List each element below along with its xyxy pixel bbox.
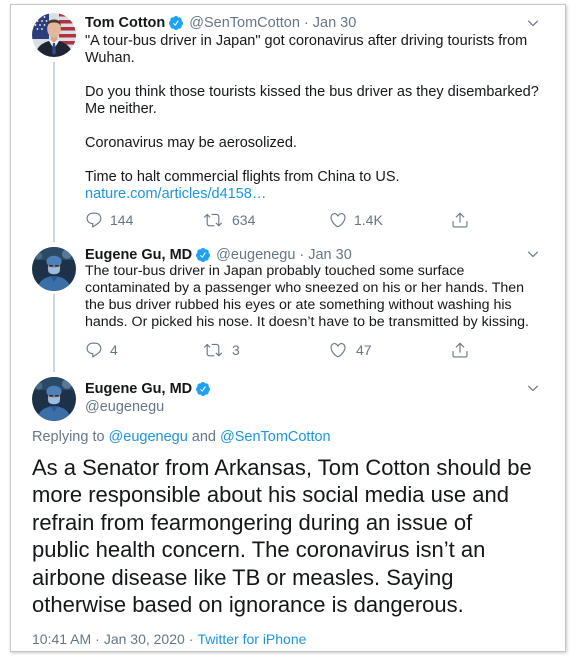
heart-icon[interactable] [329, 211, 347, 229]
tweet-text-line: Me neither. [85, 101, 157, 117]
author-handle[interactable]: @SenTomCotton [189, 14, 300, 32]
separator: · [303, 15, 309, 31]
author-handle[interactable]: @eugenegu [216, 246, 295, 264]
tweet-text-line: hands. Or picked his nose. It doesn’t ha… [85, 314, 529, 330]
retweet-count: 3 [232, 342, 240, 358]
tweet-time[interactable]: 10:41 AM [32, 630, 91, 648]
verified-badge-icon [168, 15, 184, 31]
main-tweet-text: As a Senator from Arkansas, Tom Cotton s… [32, 454, 532, 618]
tweet-text-line: airbone disease like TB or measles. Sayi… [32, 564, 454, 590]
avatar[interactable] [32, 247, 76, 291]
tweet-source-link[interactable]: Twitter for iPhone [197, 630, 306, 648]
share-icon[interactable] [451, 211, 469, 229]
handle-row: @eugenegu [85, 398, 164, 416]
article-link[interactable]: nature.com/articles/d4158… [85, 186, 266, 203]
like-count: 47 [356, 342, 372, 358]
thread-connector [53, 294, 55, 372]
tweet-text-line: public health concern. The coronavirus i… [32, 537, 486, 563]
verified-badge-icon [195, 381, 211, 397]
tweet-header: Tom Cotton @SenTomCotton · Jan 30 [85, 14, 356, 32]
tweet-full-date[interactable]: Jan 30, 2020 [104, 630, 185, 648]
chevron-down-icon[interactable] [526, 247, 540, 261]
tweet-header: Eugene Gu, MD @eugenegu · Jan 30 [85, 246, 352, 264]
tweet-text-line: Wuhan. [85, 50, 135, 66]
tweet-header: Eugene Gu, MD [85, 380, 211, 398]
tweet-text-line: The tour-bus driver in Japan probably to… [85, 263, 465, 279]
retweet-icon[interactable] [204, 341, 222, 359]
tweet-date[interactable]: Jan 30 [313, 14, 357, 32]
like-count: 1.4K [354, 212, 383, 228]
tweet-text-line: As a Senator from Arkansas, Tom Cotton s… [32, 455, 532, 480]
replying-to-label: Replying to [32, 429, 105, 445]
verified-badge-icon [195, 247, 211, 263]
tweet-text-line: Do you think those tourists kissed the b… [85, 84, 539, 100]
reply-icon[interactable] [85, 341, 103, 359]
separator: · [95, 631, 100, 647]
conjunction: and [191, 429, 216, 445]
author-name[interactable]: Tom Cotton [85, 14, 165, 32]
separator: · [299, 247, 305, 263]
retweet-count: 634 [232, 212, 256, 228]
tweet-text-line: the bus driver rubbed his eyes or ate so… [85, 297, 512, 313]
tweet-text-line: contaminated by a passenger who sneezed … [85, 280, 525, 296]
author-handle[interactable]: @eugenegu [85, 398, 164, 416]
avatar[interactable] [32, 13, 76, 57]
replying-to: Replying to @eugenegu and @SenTomCotton [32, 428, 331, 446]
tweet-text-line: Time to halt commercial flights from Chi… [85, 169, 400, 185]
retweet-icon[interactable] [204, 211, 222, 229]
mention-link[interactable]: @SenTomCotton [220, 428, 331, 446]
tweet-text-line: "A tour-bus driver in Japan" got coronav… [85, 33, 528, 49]
author-name[interactable]: Eugene Gu, MD [85, 246, 192, 264]
chevron-down-icon[interactable] [526, 381, 540, 395]
tweet-text-line: Coronavirus may be aerosolized. [85, 135, 297, 151]
heart-icon[interactable] [329, 341, 347, 359]
tweet-meta-footer: 10:41 AM · Jan 30, 2020 · Twitter for iP… [32, 630, 306, 648]
avatar[interactable] [32, 377, 76, 421]
tweet-text-line: refrain from fearmongering during an iss… [32, 509, 473, 535]
reply-count: 144 [110, 212, 134, 228]
separator: · [188, 631, 194, 647]
reply-icon[interactable] [85, 211, 103, 229]
tweet-text-line: more responsible about his social media … [32, 482, 509, 508]
share-icon[interactable] [451, 341, 469, 359]
tweet-text-line: otherwise based on ignorance is dangerou… [32, 591, 464, 617]
author-name[interactable]: Eugene Gu, MD [85, 380, 192, 398]
reply-count: 4 [110, 342, 118, 358]
tweet-date[interactable]: Jan 30 [308, 246, 352, 264]
mention-link[interactable]: @eugenegu [109, 428, 188, 446]
chevron-down-icon[interactable] [526, 16, 540, 30]
thread-connector [53, 62, 55, 242]
